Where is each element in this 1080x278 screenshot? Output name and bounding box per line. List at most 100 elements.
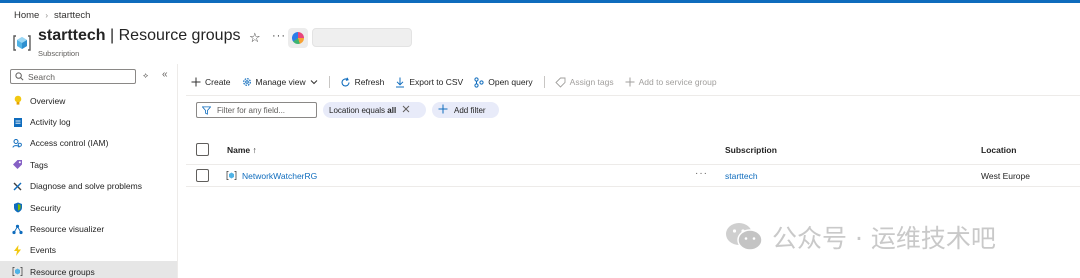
toolbar-divider bbox=[328, 76, 330, 88]
breadcrumb-current[interactable]: starttech bbox=[54, 10, 90, 21]
sidebar-item-label: Events bbox=[30, 245, 56, 256]
add-service-group-button[interactable]: Add to service group bbox=[625, 77, 717, 87]
sidebar-search-placeholder: Search bbox=[28, 71, 55, 82]
sidebar-item-label: Diagnose and solve problems bbox=[30, 181, 142, 192]
row-subscription-link[interactable]: starttech bbox=[725, 171, 758, 181]
lightning-icon bbox=[12, 244, 23, 256]
column-header-location[interactable]: Location bbox=[981, 145, 1016, 155]
filter-input[interactable]: Filter for any field... bbox=[196, 102, 317, 118]
manage-view-button[interactable]: Manage view bbox=[242, 77, 318, 87]
wrench-icon bbox=[12, 181, 23, 192]
expand-all-icon[interactable]: ⟡ bbox=[143, 71, 148, 81]
column-header-name[interactable]: Name ↑ bbox=[227, 145, 257, 155]
watermark: 公众号 · 运维技术吧 bbox=[724, 219, 996, 255]
add-service-group-label: Add to service group bbox=[638, 77, 717, 87]
refresh-label: Refresh bbox=[354, 77, 385, 87]
add-filter-label: Add filter bbox=[454, 105, 486, 115]
network-icon bbox=[12, 224, 23, 235]
refresh-button[interactable]: Refresh bbox=[340, 77, 385, 88]
assign-tags-button[interactable]: Assign tags bbox=[555, 77, 614, 88]
open-query-label: Open query bbox=[488, 77, 533, 87]
add-filter-button[interactable]: Add filter bbox=[432, 102, 499, 118]
page-title: starttech | Resource groups bbox=[38, 27, 240, 45]
tag-icon bbox=[12, 159, 23, 170]
column-header-subscription[interactable]: Subscription bbox=[725, 145, 777, 155]
header-row-divider bbox=[186, 164, 1080, 165]
people-icon bbox=[12, 138, 23, 149]
resource-groups-icon bbox=[13, 35, 31, 51]
sidebar-item-security[interactable]: Security bbox=[0, 197, 177, 218]
sidebar-divider bbox=[177, 64, 178, 278]
plus-icon bbox=[191, 77, 201, 87]
location-filter-label: Location equals bbox=[329, 105, 388, 115]
sidebar-item-tags[interactable]: Tags bbox=[0, 154, 177, 175]
sidebar-item-overview[interactable]: Overview bbox=[0, 90, 177, 111]
toolbar-divider-line bbox=[186, 95, 1080, 96]
row-divider bbox=[186, 186, 1080, 187]
location-filter-text: Location equals all bbox=[329, 106, 396, 115]
breadcrumb-separator: › bbox=[45, 11, 49, 20]
create-button[interactable]: Create bbox=[191, 77, 231, 87]
download-icon bbox=[395, 77, 405, 88]
select-all-checkbox[interactable] bbox=[196, 143, 209, 156]
resource-group-icon bbox=[12, 266, 23, 277]
page-title-section: | Resource groups bbox=[105, 27, 241, 44]
sort-ascending-icon: ↑ bbox=[252, 145, 257, 155]
filter-funnel-icon bbox=[202, 105, 211, 115]
activity-log-icon bbox=[12, 117, 23, 128]
toolbar-divider bbox=[543, 76, 545, 88]
resource-group-icon bbox=[226, 171, 237, 180]
more-options-icon[interactable]: ··· bbox=[272, 30, 286, 42]
sidebar-item-events[interactable]: Events bbox=[0, 240, 177, 261]
row-name-link[interactable]: NetworkWatcherRG bbox=[242, 171, 317, 181]
collapse-sidebar-icon[interactable]: « bbox=[162, 69, 168, 80]
sidebar-item-label: Resource visualizer bbox=[30, 224, 105, 235]
sidebar-item-resource-visualizer[interactable]: Resource visualizer bbox=[0, 218, 177, 239]
export-csv-button[interactable]: Export to CSV bbox=[395, 77, 463, 88]
location-filter-pill[interactable]: Location equals all bbox=[323, 102, 426, 118]
command-toolbar: Create Manage view Refresh Export to CSV… bbox=[191, 76, 728, 88]
favorite-star-icon[interactable]: ☆ bbox=[249, 30, 261, 46]
query-icon bbox=[474, 76, 484, 88]
copilot-icon bbox=[292, 32, 304, 44]
sidebar-item-label: Resource groups bbox=[30, 266, 95, 277]
chevron-down-icon bbox=[310, 77, 318, 87]
row-more-icon[interactable]: ··· bbox=[695, 168, 708, 179]
breadcrumb: Home › starttech bbox=[14, 10, 90, 21]
page-title-subscription: starttech bbox=[38, 27, 106, 44]
sidebar-search-input[interactable]: Search bbox=[10, 69, 136, 84]
location-filter-value: all bbox=[387, 105, 397, 115]
page-subtitle: Subscription bbox=[38, 49, 80, 58]
column-header-name-label: Name bbox=[227, 145, 251, 155]
sidebar-item-resource-groups[interactable]: Resource groups bbox=[0, 261, 177, 278]
sidebar-item-label: Security bbox=[30, 202, 61, 213]
row-location: West Europe bbox=[981, 171, 1030, 181]
sidebar-item-diagnose[interactable]: Diagnose and solve problems bbox=[0, 176, 177, 197]
tag-icon bbox=[555, 77, 566, 88]
manage-view-label: Manage view bbox=[255, 77, 306, 87]
sidebar-item-activity-log[interactable]: Activity log bbox=[0, 111, 177, 132]
filter-placeholder: Filter for any field... bbox=[217, 105, 286, 115]
shield-icon bbox=[12, 202, 23, 213]
top-accent-bar bbox=[0, 0, 1080, 3]
redacted-field bbox=[312, 28, 412, 47]
export-csv-label: Export to CSV bbox=[409, 77, 464, 87]
plus-icon bbox=[438, 104, 448, 116]
copilot-button[interactable] bbox=[288, 28, 308, 48]
lightbulb-icon bbox=[12, 95, 23, 106]
create-label: Create bbox=[205, 77, 231, 87]
refresh-icon bbox=[340, 77, 351, 88]
sidebar-nav: Overview Activity log Access control (IA… bbox=[0, 90, 177, 278]
row-checkbox[interactable] bbox=[196, 169, 209, 182]
gear-icon bbox=[242, 77, 252, 87]
sidebar-item-label: Tags bbox=[30, 159, 48, 170]
watermark-text: 公众号 · 运维技术吧 bbox=[772, 224, 996, 253]
close-icon[interactable] bbox=[402, 105, 410, 115]
assign-tags-label: Assign tags bbox=[569, 77, 614, 87]
open-query-button[interactable]: Open query bbox=[474, 76, 533, 88]
sidebar-item-label: Activity log bbox=[30, 117, 71, 128]
wechat-logo-icon bbox=[726, 223, 763, 251]
sidebar-item-label: Access control (IAM) bbox=[30, 138, 109, 149]
breadcrumb-home[interactable]: Home bbox=[14, 10, 39, 21]
sidebar-item-iam[interactable]: Access control (IAM) bbox=[0, 133, 177, 154]
